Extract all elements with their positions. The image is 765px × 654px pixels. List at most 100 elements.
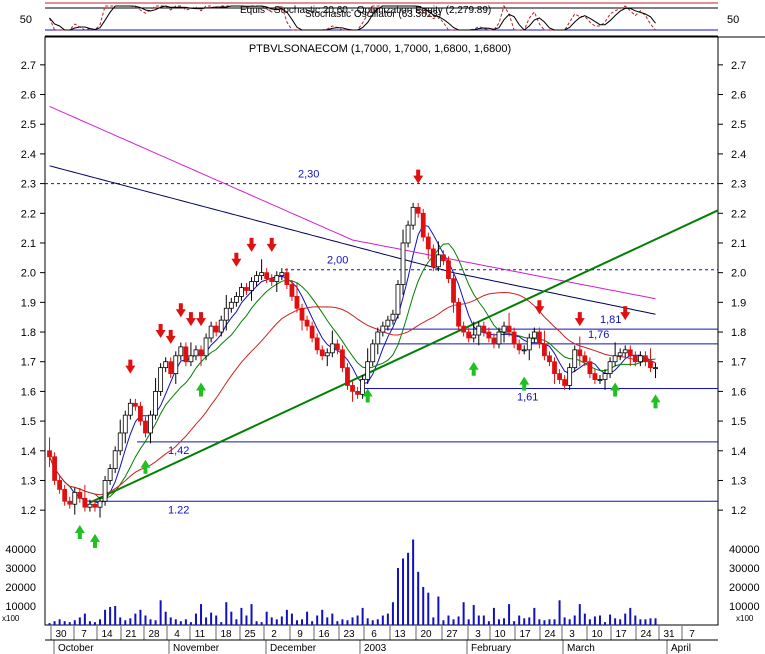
sell-arrow (185, 312, 196, 327)
candle-body (476, 325, 482, 336)
indicator-tick-left: 50 (20, 14, 32, 26)
price-tick-label-right: 2.6 (731, 90, 746, 102)
volume-bar (513, 621, 516, 625)
price-chart: Equis - Stochastic 20,60 - Optimization … (0, 0, 765, 654)
candle-body (239, 287, 244, 297)
candle-body (592, 373, 598, 380)
candle-body (637, 355, 643, 363)
level-label: 2,00 (327, 255, 348, 267)
price-tick-label-left: 1.2 (21, 505, 36, 517)
candle-body (602, 373, 608, 380)
candle-body (132, 402, 138, 407)
price-axis-left: 1.2 1.3 1.4 1.5 1.6 1.7 1.8 1.9 2.0 2.1 2.2 2.3 2.4 2… (21, 60, 45, 517)
month-label: October (58, 643, 94, 654)
volume-tick-label-left: 20000 (5, 582, 36, 594)
volume-bar (588, 619, 591, 625)
volume-bar (149, 619, 152, 625)
volume-bar (407, 552, 410, 625)
candle-body (446, 260, 451, 279)
candle-body (648, 361, 653, 369)
volume-bar (593, 616, 596, 625)
price-tick-label-right: 2.7 (731, 60, 746, 72)
volume-bar (220, 622, 223, 625)
candle-body (314, 337, 320, 351)
month-label: April (671, 643, 691, 654)
date-tick-label: 24 (544, 629, 556, 640)
candle-body (370, 343, 376, 363)
date-tick-label: 4 (174, 629, 180, 640)
volume-bar (270, 617, 273, 625)
volume-bar (598, 615, 601, 625)
volume-bar (53, 621, 56, 625)
volume-bar (609, 614, 612, 625)
candle-body (107, 468, 113, 481)
volume-bar (119, 617, 122, 625)
volume-bar (442, 620, 445, 625)
moving-averages (49, 105, 656, 505)
date-tick-label: 17 (519, 629, 531, 640)
volume-bar (275, 619, 278, 625)
buy-arrow (650, 394, 661, 409)
price-axis-right: 1.2 1.3 1.4 1.5 1.6 1.7 1.8 1.9 2.0 2.1 2.2 2.3 2.4 2… (718, 60, 746, 517)
volume-bar (533, 607, 536, 625)
volume-bar (265, 611, 268, 625)
volume-bar (568, 619, 571, 625)
sell-arrow (125, 359, 136, 374)
price-tick-label-right: 1.9 (731, 297, 746, 309)
volume-bar (78, 617, 81, 625)
volume-bar (139, 609, 142, 625)
chart-title: PTBVLSONAECOM (1,7000, 1,7000, 1,6800, 1… (249, 43, 511, 55)
candle-body (279, 272, 285, 277)
candle-body (612, 355, 618, 363)
volume-bar (639, 619, 642, 625)
date-tick-label: 3 (569, 629, 575, 640)
sell-arrow (246, 237, 257, 252)
volume-bar (295, 620, 298, 625)
volume-bar (634, 615, 637, 625)
candle-body (425, 236, 431, 250)
level-label: 1.22 (168, 504, 189, 516)
candle-body (572, 349, 578, 369)
candle-body (385, 319, 391, 327)
candle-body (496, 331, 502, 345)
volume-bar (169, 617, 172, 625)
candle-body (607, 361, 613, 374)
date-tick-label: 7 (689, 629, 695, 640)
candle-body (390, 313, 396, 321)
buy-arrow (196, 382, 207, 397)
candle-body (153, 391, 158, 416)
candle-body (405, 224, 411, 244)
volume-bar (48, 623, 51, 625)
volume-bar (573, 615, 576, 625)
volume-bar (154, 620, 157, 625)
candle-body (582, 355, 588, 363)
volume-bar (482, 615, 485, 625)
candle-body (203, 337, 209, 357)
volume-bar (371, 620, 374, 625)
volume-bar (396, 568, 399, 625)
date-tick-label: 31 (663, 629, 675, 640)
sell-arrow (266, 237, 277, 252)
volume-bar (73, 620, 76, 625)
volume-bar (144, 615, 147, 625)
candle-body (228, 301, 234, 309)
volume-bar (114, 606, 117, 625)
volume-bar (189, 622, 192, 625)
candle-body (521, 349, 527, 352)
price-tick-label-right: 2.1 (731, 238, 746, 250)
sell-arrow (175, 303, 186, 318)
volume-bar (356, 615, 359, 625)
candle-body (481, 325, 487, 333)
volume-bar (381, 615, 384, 625)
price-tick-label-left: 2.5 (21, 119, 36, 131)
candle-body (617, 352, 623, 357)
candle-body (506, 325, 512, 333)
volume-bar (210, 612, 213, 625)
volume-bar (285, 609, 288, 625)
candle-body (471, 334, 477, 339)
volume-bar (83, 613, 86, 625)
candle-body (380, 325, 386, 333)
candle-body (319, 349, 325, 357)
volume-bar (316, 615, 319, 625)
date-tick-label: 10 (494, 629, 506, 640)
